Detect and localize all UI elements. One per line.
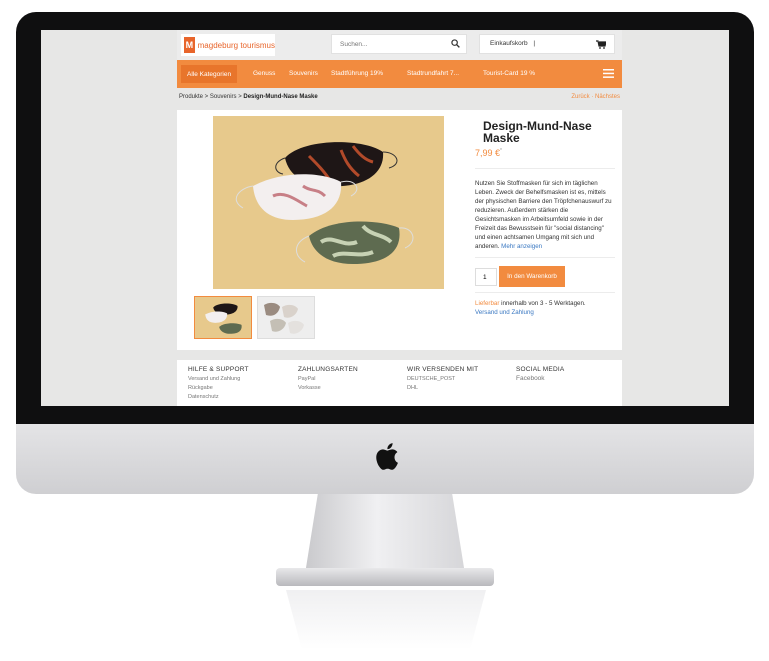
breadcrumb-current: Design-Mund-Nase Maske (243, 94, 318, 100)
footer-heading: HILFE & SUPPORT (188, 366, 249, 373)
cart-label: Einkaufskorb (490, 40, 528, 47)
footer-heading: SOCIAL MEDIA (516, 366, 565, 373)
product-photo[interactable] (213, 116, 444, 289)
price-footnote-mark: * (500, 148, 502, 154)
divider (475, 257, 615, 258)
product-info: Design-Mund-Nase Maske 7,99 €* Nutzen Si… (475, 120, 615, 317)
search-input[interactable] (332, 35, 442, 53)
main-nav: Alle Kategorien Genuss Souvenirs Stadtfü… (177, 60, 622, 88)
product-card: Design-Mund-Nase Maske 7,99 €* Nutzen Si… (177, 110, 622, 350)
shipping-info-link[interactable]: Versand und Zahlung (475, 309, 534, 316)
monitor-stand (305, 494, 465, 574)
footer-link[interactable]: DEUTSCHE_POST (407, 376, 478, 382)
quantity-input[interactable] (475, 268, 497, 286)
add-to-cart-button[interactable]: In den Warenkorb (499, 266, 565, 287)
footer-link[interactable]: Vorkasse (298, 385, 358, 391)
stand-reflection (286, 590, 486, 650)
footer-link-facebook[interactable]: Facebook (516, 375, 564, 382)
search-icon[interactable] (451, 39, 460, 48)
site-logo[interactable]: M magdeburg tourismus (181, 34, 275, 56)
breadcrumb: Produkte > Souvenirs > Design-Mund-Nase … (179, 94, 318, 100)
footer-link[interactable]: Datenschutz (188, 394, 249, 400)
footer-link[interactable]: PayPal (298, 376, 358, 382)
footer-heading: WIR VERSENDEN MIT (407, 366, 479, 373)
show-more-link[interactable]: Mehr anzeigen (501, 243, 542, 250)
footer-link[interactable]: Rückgabe (188, 385, 249, 391)
product-price: 7,99 € (475, 148, 501, 158)
nav-item-genuss[interactable]: Genuss (253, 70, 275, 77)
imac-mockup: M magdeburg tourismus Einkaufskorb | (0, 0, 769, 661)
breadcrumb-path[interactable]: Produkte > Souvenirs > (179, 94, 243, 100)
footer-column-social: SOCIAL MEDIA Facebook (516, 366, 564, 382)
logo-text: magdeburg tourismus (197, 40, 275, 50)
buy-row: In den Warenkorb (475, 266, 615, 288)
site-footer: HILFE & SUPPORT Versand und Zahlung Rück… (177, 360, 622, 406)
nav-item-stadtrundfahrt[interactable]: Stadtrundfahrt 7... (407, 70, 459, 77)
logo-mark-icon: M (184, 37, 195, 53)
product-description: Nutzen Sie Stoffmasken für sich im tägli… (475, 180, 612, 250)
footer-column-shipping: WIR VERSENDEN MIT DEUTSCHE_POST DHL (407, 366, 478, 391)
footer-heading: ZAHLUNGSARTEN (298, 366, 358, 373)
search-box (331, 34, 467, 54)
nav-item-all-categories[interactable]: Alle Kategorien (181, 65, 238, 83)
product-thumbnail-1[interactable] (194, 296, 252, 339)
apple-logo-icon (376, 443, 398, 470)
breadcrumb-bar: Produkte > Souvenirs > Design-Mund-Nase … (177, 88, 622, 108)
cart-count: | (533, 40, 536, 47)
footer-link[interactable]: Versand und Zahlung (188, 376, 249, 382)
thumbnail-1-image (195, 297, 251, 338)
availability-status: Lieferbar (475, 300, 500, 307)
divider (475, 292, 615, 293)
prev-next-links[interactable]: Zurück · Nächstes (571, 94, 620, 100)
delivery-time: innerhalb von 3 - 5 Werktagen. (499, 300, 586, 307)
top-bar: M magdeburg tourismus Einkaufskorb | (177, 30, 622, 60)
product-title: Design-Mund-Nase Maske (483, 119, 592, 145)
nav-item-stadtfuehrung[interactable]: Stadtführung 19% (331, 70, 383, 77)
shop-page: M magdeburg tourismus Einkaufskorb | (177, 30, 622, 406)
screen: M magdeburg tourismus Einkaufskorb | (41, 30, 729, 406)
footer-link[interactable]: DHL (407, 385, 478, 391)
hamburger-menu-icon[interactable] (603, 69, 614, 78)
monitor-base (276, 568, 494, 586)
nav-item-souvenirs[interactable]: Souvenirs (289, 70, 318, 77)
footer-column-help: HILFE & SUPPORT Versand und Zahlung Rück… (188, 366, 249, 400)
cart-box[interactable]: Einkaufskorb | (479, 34, 615, 54)
divider (475, 168, 615, 169)
footer-column-payment: ZAHLUNGSARTEN PayPal Vorkasse (298, 366, 358, 391)
thumbnail-2-image (258, 297, 314, 338)
cart-icon[interactable] (596, 40, 606, 49)
nav-item-tourist-card[interactable]: Tourist-Card 19 % (483, 70, 535, 77)
product-thumbnail-2[interactable] (257, 296, 315, 339)
